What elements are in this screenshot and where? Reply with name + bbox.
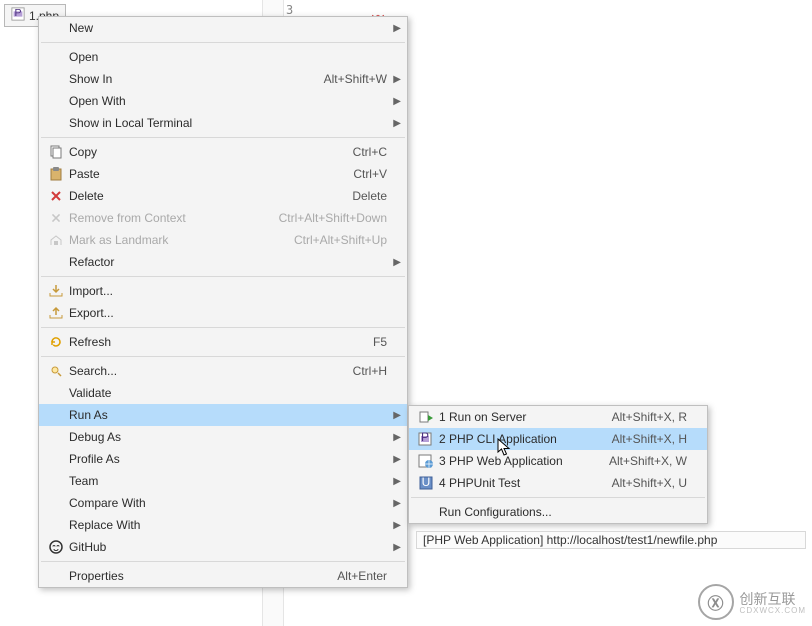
run-as-submenu: 1 Run on Server Alt+Shift+X, R P 2 PHP C…: [408, 405, 708, 524]
github-icon: [43, 536, 69, 558]
menu-export[interactable]: Export...: [39, 302, 407, 324]
menu-refresh[interactable]: Refresh F5: [39, 331, 407, 353]
submenu-php-web[interactable]: 3 PHP Web Application Alt+Shift+X, W: [409, 450, 707, 472]
watermark-sub: CDXWCX.COM: [740, 606, 806, 615]
submenu-run-on-server[interactable]: 1 Run on Server Alt+Shift+X, R: [409, 406, 707, 428]
status-text: [PHP Web Application] http://localhost/t…: [423, 533, 717, 547]
submenu-phpunit[interactable]: U 4 PHPUnit Test Alt+Shift+X, U: [409, 472, 707, 494]
menu-debug-as[interactable]: Debug As ▶: [39, 426, 407, 448]
separator: [41, 276, 405, 277]
menu-show-local-terminal[interactable]: Show in Local Terminal ▶: [39, 112, 407, 134]
chevron-right-icon: ▶: [393, 476, 401, 487]
separator: [41, 561, 405, 562]
menu-paste[interactable]: Paste Ctrl+V: [39, 163, 407, 185]
menu-mark-landmark[interactable]: Mark as Landmark Ctrl+Alt+Shift+Up: [39, 229, 407, 251]
chevron-right-icon: ▶: [393, 454, 401, 465]
status-bar: [PHP Web Application] http://localhost/t…: [416, 531, 806, 549]
separator: [41, 42, 405, 43]
server-run-icon: [413, 406, 439, 428]
php-file-icon: P: [11, 7, 25, 24]
paste-icon: [43, 163, 69, 185]
chevron-right-icon: ▶: [393, 23, 401, 34]
menu-show-in[interactable]: Show In Alt+Shift+W ▶: [39, 68, 407, 90]
remove-context-icon: [43, 207, 69, 229]
menu-github[interactable]: GitHub ▶: [39, 536, 407, 558]
search-icon: [43, 360, 69, 382]
chevron-right-icon: ▶: [393, 542, 401, 553]
menu-run-as[interactable]: Run As ▶: [39, 404, 407, 426]
svg-text:U: U: [422, 475, 431, 489]
menu-open[interactable]: Open: [39, 46, 407, 68]
submenu-run-configurations[interactable]: Run Configurations...: [409, 501, 707, 523]
menu-remove-from-context[interactable]: Remove from Context Ctrl+Alt+Shift+Down: [39, 207, 407, 229]
menu-properties[interactable]: Properties Alt+Enter: [39, 565, 407, 587]
menu-team[interactable]: Team ▶: [39, 470, 407, 492]
chevron-right-icon: ▶: [393, 498, 401, 509]
chevron-right-icon: ▶: [393, 520, 401, 531]
menu-copy[interactable]: Copy Ctrl+C: [39, 141, 407, 163]
svg-text:P: P: [421, 431, 429, 444]
submenu-php-cli[interactable]: P 2 PHP CLI Application Alt+Shift+X, H: [409, 428, 707, 450]
php-cli-icon: P: [413, 428, 439, 450]
php-web-icon: [413, 450, 439, 472]
menu-compare-with[interactable]: Compare With ▶: [39, 492, 407, 514]
delete-icon: [43, 185, 69, 207]
copy-icon: [43, 141, 69, 163]
separator: [411, 497, 705, 498]
menu-profile-as[interactable]: Profile As ▶: [39, 448, 407, 470]
watermark-logo: Ⓧ: [698, 584, 734, 620]
chevron-right-icon: ▶: [393, 118, 401, 129]
import-icon: [43, 280, 69, 302]
chevron-right-icon: ▶: [393, 96, 401, 107]
menu-import[interactable]: Import...: [39, 280, 407, 302]
export-icon: [43, 302, 69, 324]
context-menu: New ▶ Open Show In Alt+Shift+W ▶ Open Wi…: [38, 16, 408, 588]
menu-validate[interactable]: Validate: [39, 382, 407, 404]
separator: [41, 356, 405, 357]
phpunit-icon: U: [413, 472, 439, 494]
menu-refactor[interactable]: Refactor ▶: [39, 251, 407, 273]
menu-delete[interactable]: Delete Delete: [39, 185, 407, 207]
menu-search[interactable]: Search... Ctrl+H: [39, 360, 407, 382]
landmark-icon: [43, 229, 69, 251]
line-number: 3: [286, 3, 293, 17]
chevron-right-icon: ▶: [393, 432, 401, 443]
separator: [41, 327, 405, 328]
chevron-right-icon: ▶: [393, 257, 401, 268]
menu-replace-with[interactable]: Replace With ▶: [39, 514, 407, 536]
menu-open-with[interactable]: Open With ▶: [39, 90, 407, 112]
chevron-right-icon: ▶: [393, 410, 401, 421]
watermark: Ⓧ 创新互联 CDXWCX.COM: [698, 584, 806, 620]
svg-text:P: P: [14, 7, 21, 19]
chevron-right-icon: ▶: [393, 74, 401, 85]
menu-new[interactable]: New ▶: [39, 17, 407, 39]
refresh-icon: [43, 331, 69, 353]
separator: [41, 137, 405, 138]
